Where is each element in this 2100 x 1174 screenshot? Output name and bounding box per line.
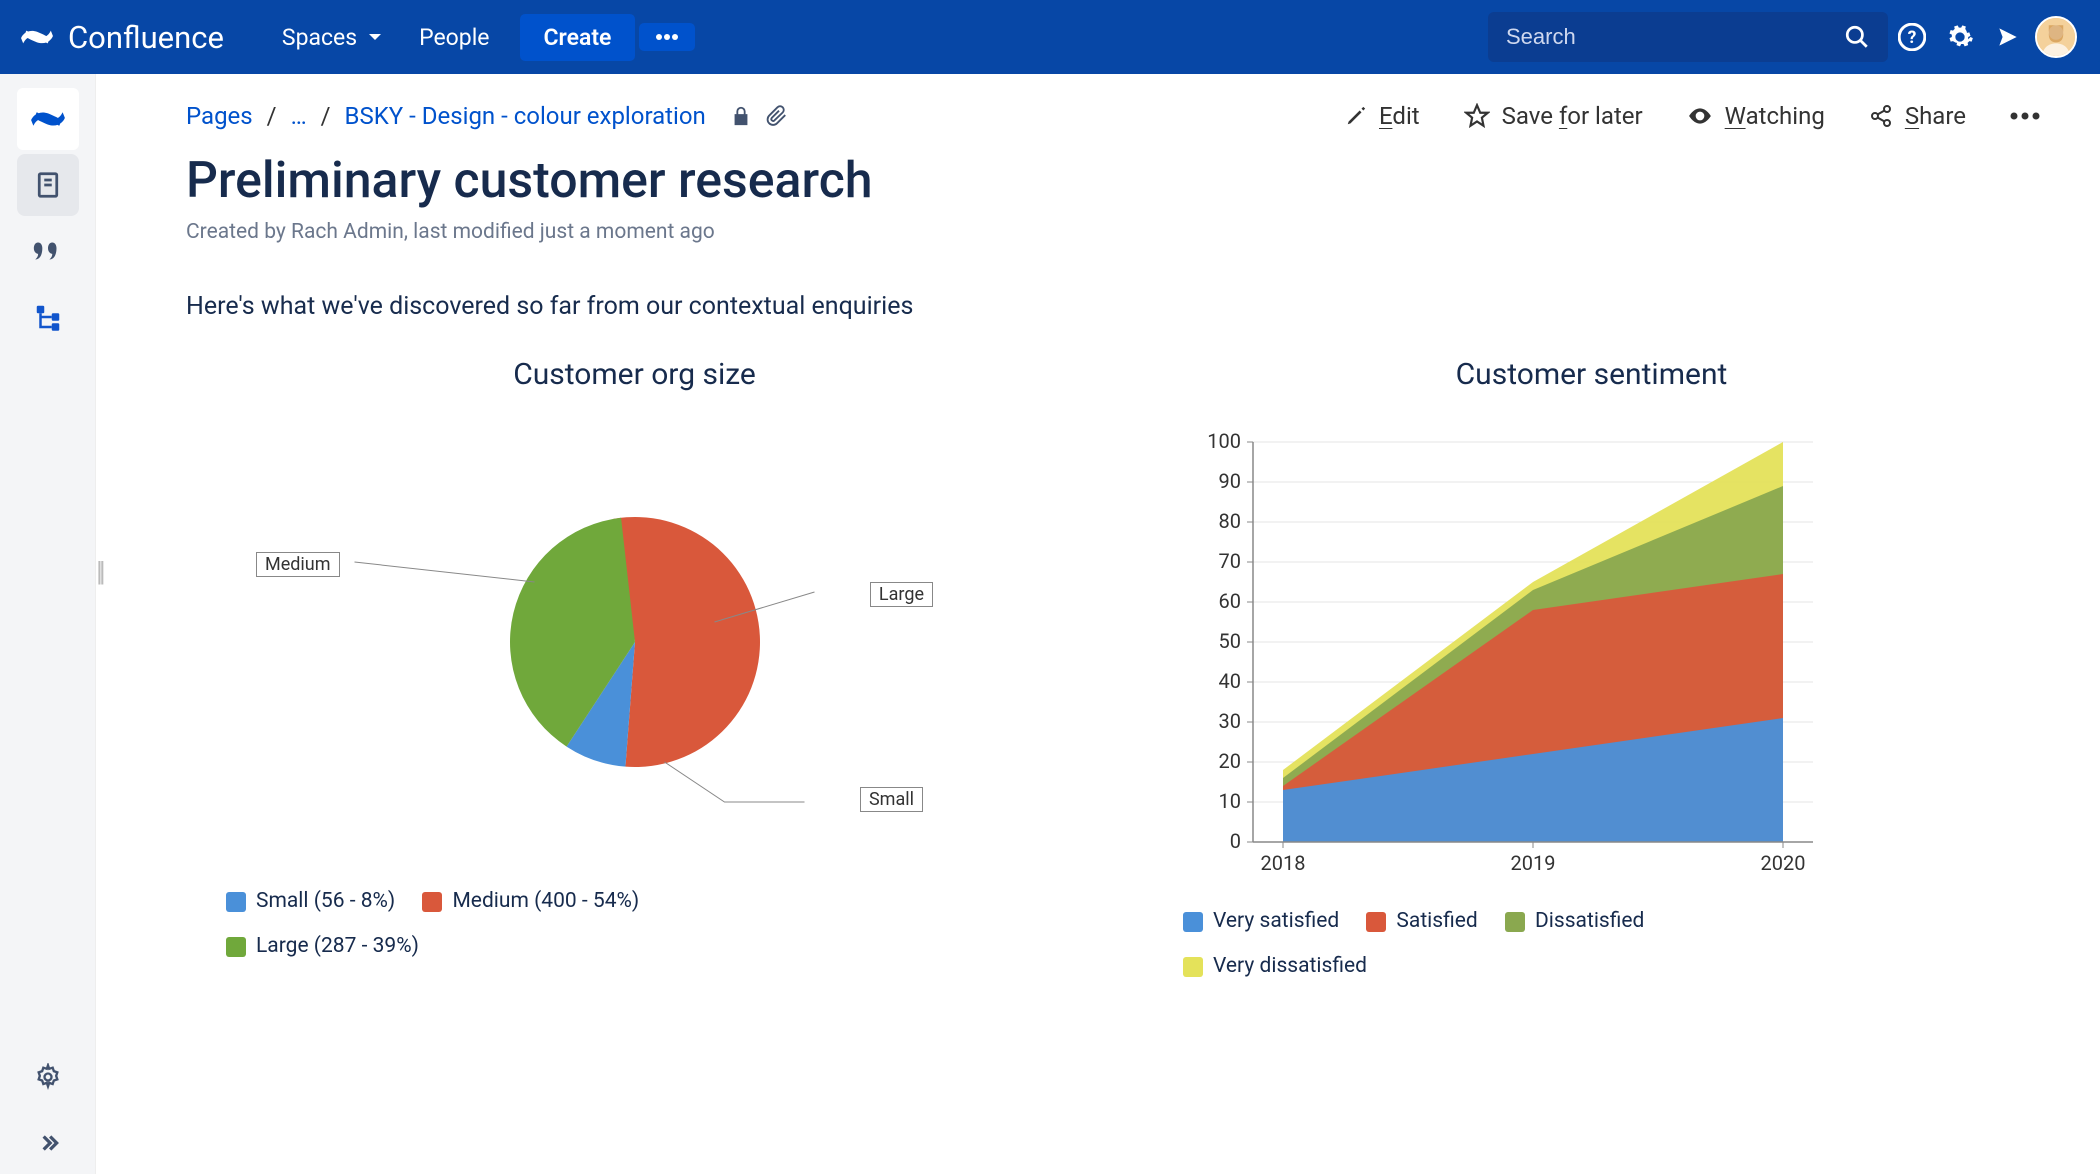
brand[interactable]: Confluence xyxy=(20,19,224,56)
save-label: Save for later xyxy=(1502,102,1643,130)
help-icon: ? xyxy=(1898,23,1926,51)
svg-text:10: 10 xyxy=(1219,789,1241,813)
tree-icon xyxy=(33,302,63,332)
legend-item: Small (56 - 8%) xyxy=(226,882,395,922)
top-navbar: Confluence Spaces People Create ? xyxy=(0,0,2100,74)
svg-text:20: 20 xyxy=(1219,749,1241,773)
nav-people[interactable]: People xyxy=(401,14,507,61)
pie-legend: Small (56 - 8%) Medium (400 - 54%) Large… xyxy=(226,882,1043,972)
svg-text:2020: 2020 xyxy=(1761,851,1806,875)
search-box[interactable] xyxy=(1488,12,1888,62)
svg-text:90: 90 xyxy=(1219,469,1241,493)
svg-text:0: 0 xyxy=(1230,829,1241,853)
star-icon xyxy=(1464,103,1490,129)
svg-text:80: 80 xyxy=(1219,509,1241,533)
nav-people-label: People xyxy=(419,24,489,51)
svg-text:70: 70 xyxy=(1219,549,1241,573)
nav-spaces-label: Spaces xyxy=(282,24,357,51)
page-byline: Created by Rach Admin, last modified jus… xyxy=(186,220,2040,244)
area-chart-title: Customer sentiment xyxy=(1183,357,2000,392)
save-for-later-button[interactable]: Save for later xyxy=(1464,102,1643,130)
gear-icon xyxy=(34,1063,62,1091)
gear-icon xyxy=(1946,23,1974,51)
restrictions-icon[interactable] xyxy=(730,105,752,127)
svg-text:50: 50 xyxy=(1219,629,1241,653)
breadcrumb: Pages / … / BSKY - Design - colour explo… xyxy=(186,102,788,130)
page-title: Preliminary customer research xyxy=(186,152,2040,210)
breadcrumb-current[interactable]: BSKY - Design - colour exploration xyxy=(345,102,706,130)
intro-text: Here's what we've discovered so far from… xyxy=(186,292,2040,321)
svg-text:30: 30 xyxy=(1219,709,1241,733)
rail-settings-button[interactable] xyxy=(17,1046,79,1108)
pie-chart-panel: Customer org size Medium Large Small Sma… xyxy=(186,357,1083,992)
chevron-down-icon xyxy=(367,29,383,45)
search-icon xyxy=(1844,24,1870,50)
edit-label: dit xyxy=(1392,102,1419,130)
area-chart-panel: Customer sentiment 0 10 20 30 40 50 60 70 80 90 10… xyxy=(1143,357,2040,992)
rail-tree-button[interactable] xyxy=(17,286,79,348)
pie-label-small: Small xyxy=(860,787,923,812)
share-button[interactable]: Share xyxy=(1869,102,1966,130)
watching-label: Watching xyxy=(1725,102,1825,130)
page-actions: Edit Save for later Watching Share xyxy=(1345,102,2040,130)
pencil-icon xyxy=(1345,105,1367,127)
watching-button[interactable]: Watching xyxy=(1687,102,1825,130)
legend-item: Very satisfied xyxy=(1183,902,1339,942)
page-icon xyxy=(33,170,63,200)
pie-label-large: Large xyxy=(870,582,933,607)
create-button[interactable]: Create xyxy=(520,14,636,61)
expand-icon xyxy=(35,1130,61,1156)
rail-blog-button[interactable] xyxy=(17,220,79,282)
avatar xyxy=(2035,16,2077,58)
create-more-button[interactable] xyxy=(639,23,695,51)
search-input[interactable] xyxy=(1506,24,1844,50)
legend-item: Very dissatisfied xyxy=(1183,947,1367,987)
edit-button[interactable]: Edit xyxy=(1345,102,1420,130)
rail-space-icon[interactable] xyxy=(17,88,79,150)
create-button-label: Create xyxy=(544,24,612,51)
legend-item: Dissatisfied xyxy=(1505,902,1644,942)
svg-text:2018: 2018 xyxy=(1261,851,1306,875)
rail-expand-button[interactable] xyxy=(17,1112,79,1174)
svg-text:100: 100 xyxy=(1207,429,1241,453)
more-actions-button[interactable] xyxy=(2010,112,2040,120)
eye-icon xyxy=(1687,103,1713,129)
ellipsis-icon xyxy=(655,33,679,41)
confluence-space-icon xyxy=(30,101,66,137)
left-rail xyxy=(0,74,96,1174)
nav-spaces[interactable]: Spaces xyxy=(264,14,401,61)
pie-chart: Medium Large Small xyxy=(226,422,1043,862)
attachment-icon[interactable] xyxy=(766,105,788,127)
legend-item: Large (287 - 39%) xyxy=(226,927,419,967)
main-content: Pages / … / BSKY - Design - colour explo… xyxy=(96,74,2100,1174)
legend-item: Satisfied xyxy=(1366,902,1477,942)
pie-chart-title: Customer org size xyxy=(226,357,1043,392)
ellipsis-icon xyxy=(2010,112,2040,120)
svg-text:40: 40 xyxy=(1219,669,1241,693)
confluence-logo-icon xyxy=(20,20,54,54)
svg-text:60: 60 xyxy=(1219,589,1241,613)
legend-item: Medium (400 - 54%) xyxy=(422,882,639,922)
notifications-button[interactable] xyxy=(1984,13,2032,61)
svg-text:2019: 2019 xyxy=(1511,851,1556,875)
share-label: Share xyxy=(1905,102,1966,130)
share-icon xyxy=(1869,104,1893,128)
area-legend: Very satisfied Satisfied Dissatisfied Ve… xyxy=(1183,902,2000,992)
quote-icon xyxy=(31,234,65,268)
settings-button[interactable] xyxy=(1936,13,1984,61)
area-chart: 0 10 20 30 40 50 60 70 80 90 100 2018 2019 2020 xyxy=(1183,422,1823,882)
brand-name: Confluence xyxy=(68,19,224,56)
notification-icon xyxy=(1995,24,2021,50)
help-button[interactable]: ? xyxy=(1888,13,1936,61)
breadcrumb-root[interactable]: Pages xyxy=(186,102,253,130)
breadcrumb-ellipsis[interactable]: … xyxy=(291,102,307,130)
pie-label-medium: Medium xyxy=(256,552,340,577)
profile-button[interactable] xyxy=(2032,13,2080,61)
rail-pages-button[interactable] xyxy=(17,154,79,216)
svg-text:?: ? xyxy=(1908,28,1917,48)
